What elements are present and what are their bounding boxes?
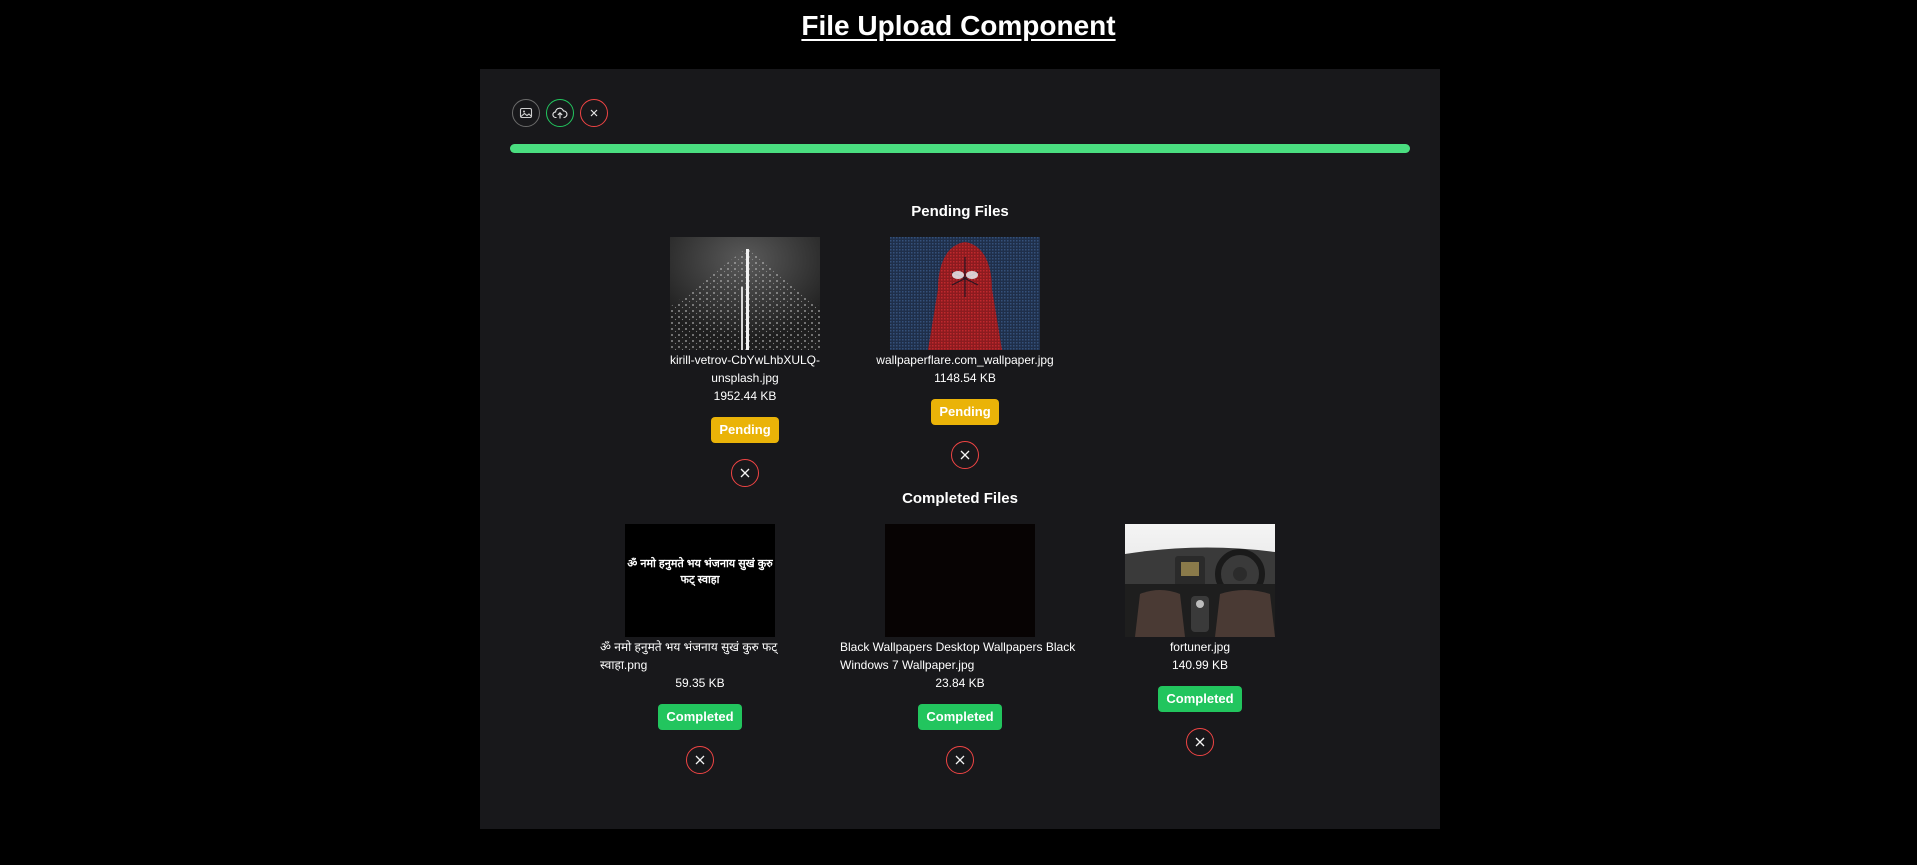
remove-file-button[interactable] <box>731 459 759 487</box>
file-thumbnail: ॐ नमो हनुमते भय भंजनाय सुखं कुरु फट् स्व… <box>625 524 775 637</box>
completed-file-card: ॐ नमो हनुमते भय भंजनाय सुखं कुरु फट् स्व… <box>600 524 800 774</box>
thumbnail-text: ॐ नमो हनुमते भय भंजनाय सुखं कुरु फट् स्व… <box>627 558 773 586</box>
close-icon <box>955 755 965 765</box>
completed-file-card: fortuner.jpg 140.99 KB Completed <box>1100 524 1300 756</box>
close-icon <box>960 450 970 460</box>
upload-button[interactable] <box>546 99 574 127</box>
file-size: 1952.44 KB <box>713 389 777 403</box>
pending-file-card: kirill-vetrov-CbYwLhbXULQ-unsplash.jpg 1… <box>640 237 850 487</box>
completed-file-card: Black Wallpapers Desktop Wallpapers Blac… <box>840 524 1080 774</box>
upload-panel: Pending Files kirill-vetrov-CbYwLhbXULQ-… <box>480 69 1440 829</box>
cloud-upload-icon <box>552 107 568 119</box>
toolbar <box>512 99 608 127</box>
file-name: kirill-vetrov-CbYwLhbXULQ-unsplash.jpg <box>669 353 821 385</box>
file-name: Black Wallpapers Desktop Wallpapers Blac… <box>840 640 1076 672</box>
file-thumbnail <box>885 524 1035 637</box>
select-files-button[interactable] <box>512 99 540 127</box>
status-badge: Pending <box>711 417 779 443</box>
status-badge: Completed <box>658 704 742 730</box>
remove-file-button[interactable] <box>686 746 714 774</box>
cancel-all-button[interactable] <box>580 99 608 127</box>
close-icon <box>590 109 598 117</box>
close-icon <box>695 755 705 765</box>
file-size: 140.99 KB <box>1171 658 1229 672</box>
file-size: 23.84 KB <box>935 676 985 690</box>
file-thumbnail <box>1125 524 1275 637</box>
upload-progress-fill <box>510 144 1410 153</box>
completed-files-title: Completed Files <box>902 490 1018 507</box>
pending-files-title: Pending Files <box>911 203 1009 220</box>
close-icon <box>1195 737 1205 747</box>
file-name: fortuner.jpg <box>1169 640 1231 654</box>
remove-file-button[interactable] <box>946 746 974 774</box>
image-icon <box>519 107 533 119</box>
status-badge: Completed <box>1158 686 1242 712</box>
file-thumbnail <box>670 237 820 350</box>
close-icon <box>740 468 750 478</box>
file-size: 1148.54 KB <box>934 371 996 385</box>
status-badge: Pending <box>931 399 999 425</box>
upload-progress-bar <box>510 144 1410 153</box>
file-name: ॐ नमो हनुमते भय भंजनाय सुखं कुरु फट् स्व… <box>600 640 778 672</box>
page-title: File Upload Component <box>801 10 1116 41</box>
pending-file-card: wallpaperflare.com_wallpaper.jpg 1148.54… <box>860 237 1070 469</box>
remove-file-button[interactable] <box>951 441 979 469</box>
file-size: 59.35 KB <box>675 676 725 690</box>
status-badge: Completed <box>918 704 1002 730</box>
file-thumbnail <box>890 237 1040 350</box>
file-name: wallpaperflare.com_wallpaper.jpg <box>876 353 1054 367</box>
remove-file-button[interactable] <box>1186 728 1214 756</box>
